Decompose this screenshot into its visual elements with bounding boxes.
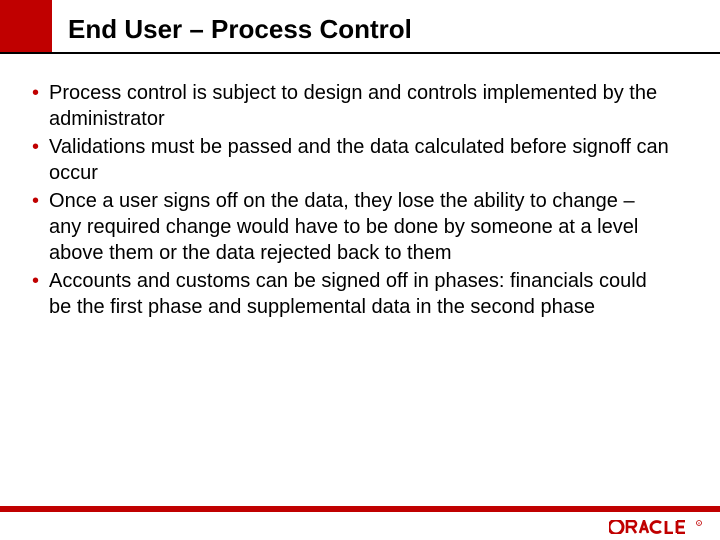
footer-accent-bar [0,506,720,512]
bullet-list: • Process control is subject to design a… [32,80,672,322]
trademark-icon: R [696,520,702,534]
list-item: • Validations must be passed and the dat… [32,134,672,186]
title-underline [0,52,720,54]
bullet-text: Accounts and customs can be signed off i… [49,268,672,320]
bullet-text: Once a user signs off on the data, they … [49,188,672,266]
list-item: • Accounts and customs can be signed off… [32,268,672,320]
bullet-icon: • [32,268,39,294]
bullet-icon: • [32,188,39,214]
oracle-logo: R [609,520,702,534]
bullet-icon: • [32,80,39,106]
list-item: • Once a user signs off on the data, the… [32,188,672,266]
bullet-icon: • [32,134,39,160]
bullet-text: Validations must be passed and the data … [49,134,672,186]
list-item: • Process control is subject to design a… [32,80,672,132]
header-accent-block [0,0,52,52]
slide-title: End User – Process Control [68,14,412,45]
bullet-text: Process control is subject to design and… [49,80,672,132]
